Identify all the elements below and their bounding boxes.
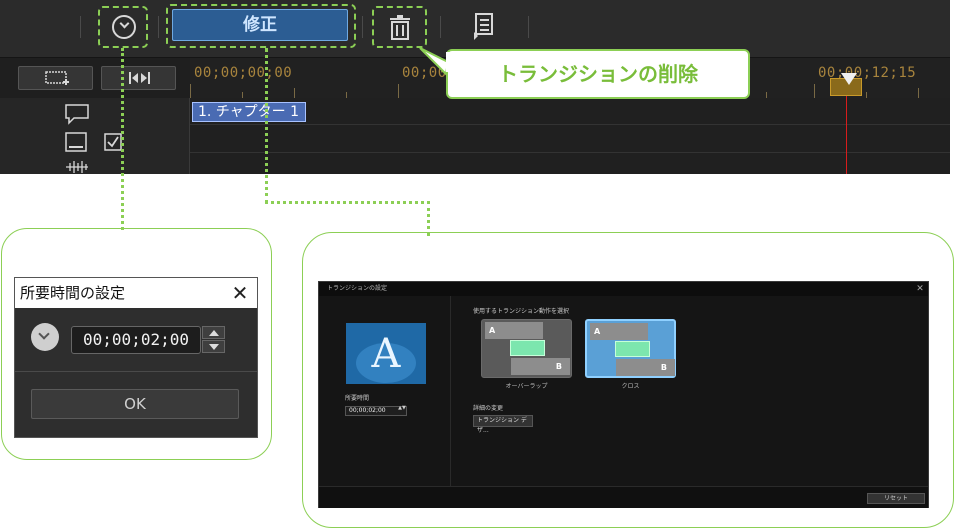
connector-line <box>265 48 268 204</box>
clock-icon <box>31 323 59 351</box>
add-marker-icon <box>45 71 69 85</box>
chevron-down-icon <box>38 328 50 340</box>
duration-input[interactable]: 00;00;02;00 <box>71 326 201 354</box>
trim-icon <box>129 72 150 84</box>
clip-b: B <box>511 358 570 375</box>
delete-transition-button[interactable] <box>372 6 427 48</box>
chevron-circle-icon <box>112 15 136 39</box>
chevron-down-icon <box>119 18 130 29</box>
dialog-title: トランジションの設定 <box>319 282 928 296</box>
ruler-tick <box>294 88 295 98</box>
toolbar-separator <box>528 16 529 38</box>
speech-bubble-icon <box>65 104 89 125</box>
transition-block <box>510 340 545 356</box>
reset-button[interactable]: リセット <box>867 493 925 504</box>
dialog-title: 所要時間の設定 <box>15 278 257 308</box>
playhead-handle[interactable] <box>841 73 857 85</box>
track-headers <box>0 98 190 174</box>
increment-button[interactable] <box>202 326 225 339</box>
transition-option-cross[interactable]: A B <box>585 319 676 378</box>
duration-button[interactable] <box>98 6 148 48</box>
toolbar-separator <box>440 16 441 38</box>
duration-stepper[interactable]: ▲▼ <box>397 406 407 416</box>
option-label: オーバーラップ <box>505 383 548 390</box>
duration-label: 所要時間 <box>345 395 370 402</box>
close-icon[interactable]: ✕ <box>913 282 927 296</box>
divider <box>15 371 257 372</box>
toolbar-separator <box>80 16 81 38</box>
clip-a: A <box>485 322 543 339</box>
transition-block <box>615 341 650 357</box>
add-marker-button[interactable] <box>18 66 93 90</box>
chapter-clip[interactable]: 1. チャプター 1 <box>192 102 306 122</box>
clip-b: B <box>616 359 675 376</box>
ruler-tick <box>814 84 815 98</box>
close-icon[interactable]: ✕ <box>227 279 253 307</box>
connector-line <box>427 201 430 236</box>
divider <box>450 296 451 486</box>
detail-label: 詳細の変更 <box>473 405 504 412</box>
ruler-tick <box>398 84 399 98</box>
playhead-line <box>846 96 847 174</box>
dialog-footer <box>319 486 928 508</box>
option-label: クロス <box>621 383 640 390</box>
connector-line <box>121 48 124 230</box>
toolbar-separator <box>158 16 159 38</box>
chapter-list-button[interactable] <box>470 12 498 42</box>
preview-letter: A <box>371 331 401 377</box>
subtitle-icon <box>65 132 87 152</box>
ruler-tick <box>190 84 191 98</box>
duration-dialog: 所要時間の設定 ✕ 00;00;02;00 OK <box>14 277 258 438</box>
toolbar-separator <box>362 16 363 38</box>
connector-line <box>265 201 430 204</box>
ruler-tick <box>918 88 919 98</box>
trash-icon <box>390 15 410 40</box>
decrement-button[interactable] <box>202 340 225 353</box>
checkbox-icon[interactable] <box>104 133 122 151</box>
transition-option-overlap[interactable]: A B <box>481 319 572 378</box>
callout-pointer <box>419 47 458 76</box>
chapter-list-icon <box>474 13 493 40</box>
fix-button[interactable]: 修正 <box>172 9 348 41</box>
transition-settings-dialog: トランジションの設定 ✕ A 所要時間 00;00;02;00 ▲▼ 使用するト… <box>318 281 929 508</box>
choose-transition-label: 使用するトランジション動作を選択 <box>473 308 570 315</box>
trim-button[interactable] <box>101 66 176 90</box>
audio-wave-icon <box>66 161 88 173</box>
timecode-label: 00;00;00;00 <box>194 65 293 81</box>
track-divider <box>190 124 950 125</box>
clip-a: A <box>590 323 648 340</box>
track-divider <box>190 152 950 153</box>
transition-preview: A <box>346 323 426 384</box>
ok-button[interactable]: OK <box>31 389 239 419</box>
callout-delete-transition: トランジションの削除 <box>446 49 750 99</box>
transition-designer-button[interactable]: トランジション デザ... <box>473 415 533 434</box>
